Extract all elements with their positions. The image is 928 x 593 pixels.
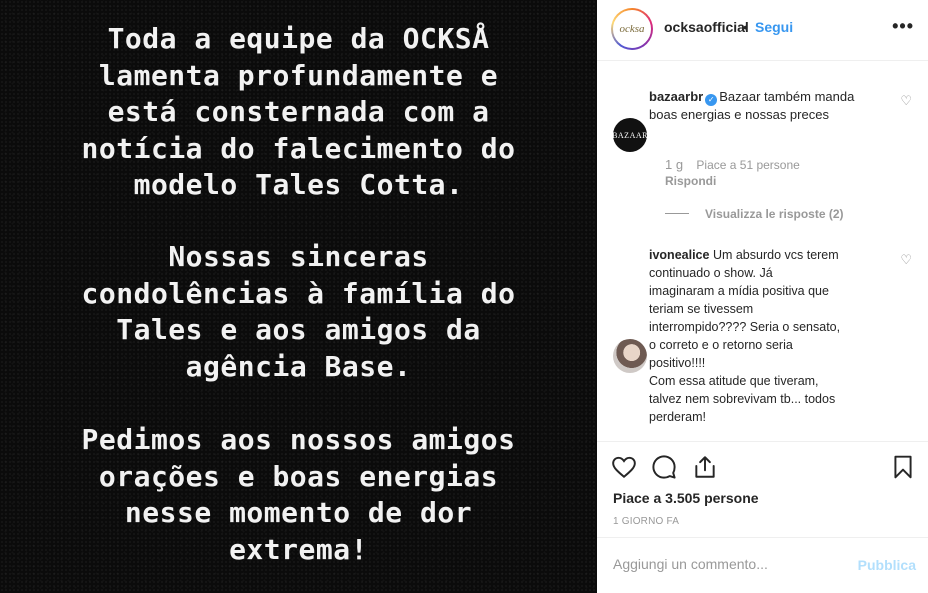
story-line: Toda a equipe da OCKSÅ [107, 22, 490, 55]
story-line: Nossas sinceras [168, 240, 429, 273]
header-username[interactable]: ocksaofficial [664, 19, 749, 35]
comments-list[interactable]: BAZAAR bazaarbr ✓ Bazaar também manda boas… [597, 62, 928, 440]
add-comment-bar: Pubblica [597, 537, 928, 593]
comment-line: perderam! [649, 410, 706, 424]
story-line: lamenta profundamente e [98, 58, 499, 92]
verified-badge-icon: ✓ [705, 94, 718, 106]
post-time-ago: 1 GIORNO FA [613, 516, 680, 527]
post-header: ocksa ocksaofficial • Segui ••• [597, 0, 928, 61]
follow-button[interactable]: Segui [755, 19, 793, 35]
comment-bubble-icon[interactable] [651, 454, 677, 480]
view-replies-button[interactable]: Visualizza le risposte (2) [665, 207, 844, 221]
story-line: extrema! [229, 532, 368, 566]
comment-line: interrompido???? Seria o sensato, [649, 320, 841, 334]
comment-time: 1 g [665, 157, 684, 172]
view-replies-label: Visualizza le risposte (2) [705, 207, 844, 221]
comment-line: imaginaram a mídia positiva que [649, 284, 829, 298]
comment-avatar[interactable] [613, 339, 647, 373]
comment-line: Com essa atitude que tiveram, [649, 374, 819, 388]
story-line: Tales e aos amigos da [116, 313, 481, 346]
profile-avatar[interactable]: ocksa [611, 8, 653, 50]
reply-button[interactable]: Rispondi [665, 174, 716, 188]
story-paragraph-2: Nossas sinceras condolências à família d… [0, 239, 597, 385]
comment-username[interactable]: bazaarbr [649, 89, 703, 104]
story-line: condolências à família do [81, 276, 516, 310]
story-line: está consternada com a [107, 95, 490, 128]
comment-line: talvez nem sobrevivam tb... todos [649, 392, 836, 406]
story-paragraph-3: Pedimos aos nossos amigos orações e boas… [0, 422, 597, 568]
comment-likes[interactable]: Piace a 51 persone [696, 158, 799, 172]
avatar-logo: ocksa [613, 10, 651, 48]
comment-text: ivonealice Um absurdo vcs terem continua… [649, 246, 879, 426]
comment-text: bazaarbr ✓ Bazaar também manda boas energi… [649, 88, 879, 124]
comment-input[interactable] [613, 556, 843, 572]
comment-line: o correto e o retorno seria [649, 338, 793, 352]
share-upload-icon[interactable] [692, 454, 718, 480]
story-line: Pedimos aos nossos amigos [81, 423, 516, 456]
more-options-icon[interactable]: ••• [892, 16, 914, 37]
comment-username[interactable]: ivonealice [649, 248, 709, 262]
likes-count[interactable]: Piace a 3.505 persone [613, 490, 759, 506]
story-line: modelo Tales Cotta. [133, 168, 464, 201]
story-line: nesse momento de dor [124, 496, 473, 529]
comment-like-heart-icon[interactable]: ♡ [900, 93, 912, 109]
story-paragraph-1: Toda a equipe da OCKSÅ lamenta profundam… [0, 21, 597, 204]
story-line: notícia do falecimento do [81, 131, 516, 165]
post-actions: Piace a 3.505 persone 1 GIORNO FA [597, 441, 928, 531]
comment-avatar[interactable]: BAZAAR [612, 118, 647, 152]
publish-button[interactable]: Pubblica [858, 557, 916, 573]
comment-like-heart-icon[interactable]: ♡ [900, 252, 912, 268]
heart-outline-icon[interactable] [611, 454, 637, 480]
comment-line: continuado o show. Já [649, 266, 773, 280]
story-line: orações e boas energias [98, 459, 499, 493]
comment-meta: 1 g Piace a 51 persone [665, 157, 800, 172]
story-line: agência Base. [185, 349, 412, 383]
bookmark-icon[interactable] [890, 454, 916, 480]
replies-dash [665, 213, 689, 214]
comment-line: Um absurdo vcs terem [712, 248, 839, 262]
post-sidebar: ocksa ocksaofficial • Segui ••• BAZAAR b… [597, 0, 928, 593]
post-media[interactable]: Toda a equipe da OCKSÅ lamenta profundam… [0, 0, 597, 593]
comment-line: positivo!!!! [649, 356, 706, 370]
comment-line: teriam se tivessem [649, 302, 754, 316]
dot-separator: • [743, 19, 748, 35]
